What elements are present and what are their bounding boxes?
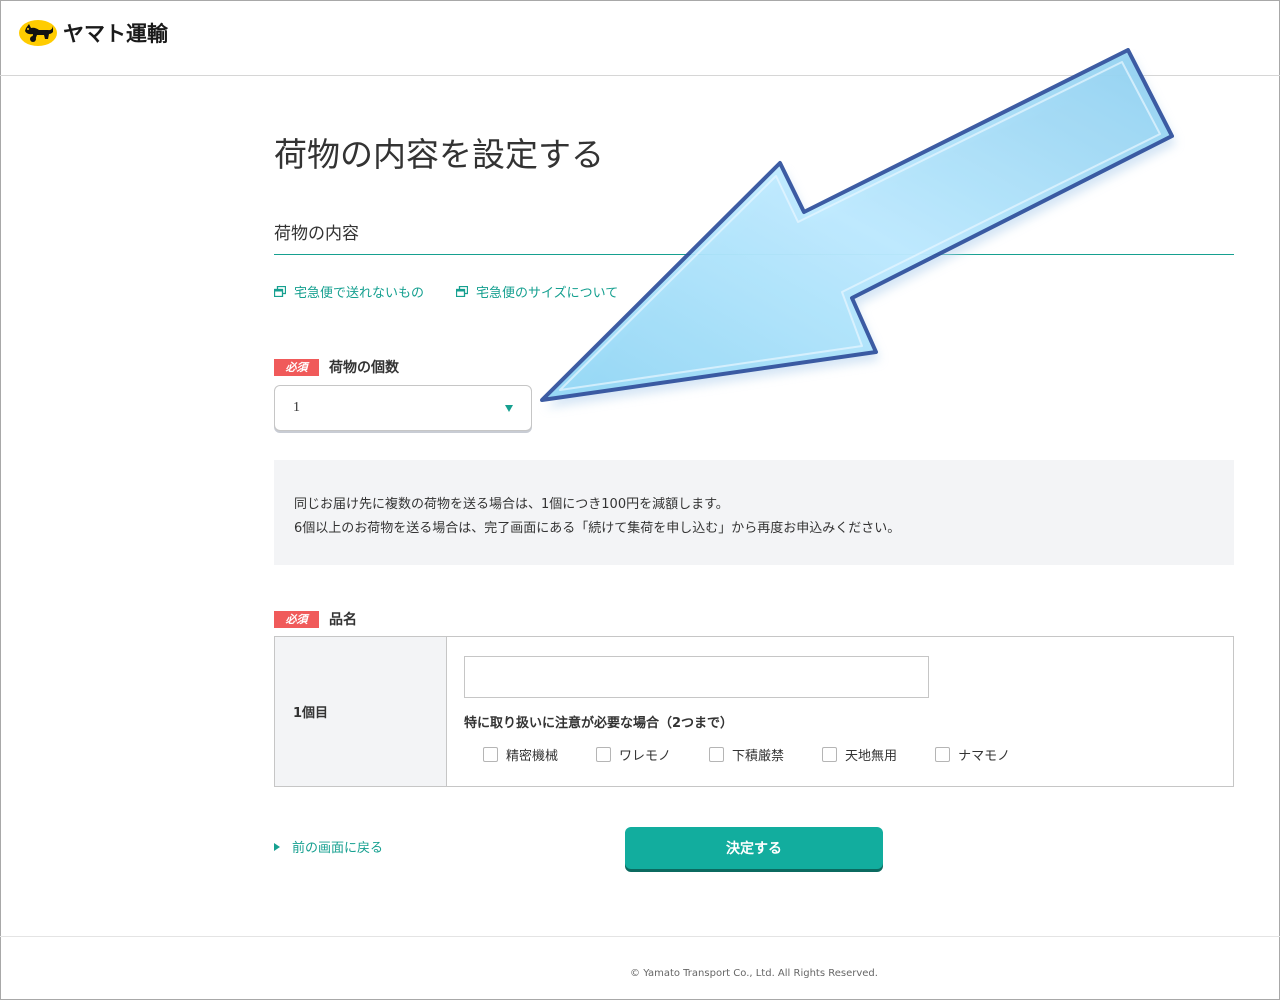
option-precision-machinery[interactable]: 精密機械 (483, 745, 558, 764)
option-this-side-up[interactable]: 天地無用 (822, 745, 897, 764)
checkbox[interactable] (596, 747, 612, 762)
back-link-label: 前の画面に戻る (292, 841, 384, 856)
handling-options: 精密機械 ワレモノ 下積厳禁 天地無用 ナマモノ (483, 745, 1048, 764)
prohibited-items-link[interactable]: 宅急便で送れないもの (273, 282, 425, 301)
item-row-header: 1個目 (275, 637, 447, 786)
dropdown-arrow-icon (505, 404, 513, 412)
option-perishable[interactable]: ナマモノ (935, 745, 1010, 764)
external-window-icon (273, 285, 288, 298)
link-label: 宅急便で送れないもの (294, 286, 425, 301)
triangle-right-icon (274, 842, 280, 851)
item-row-body: 特に取り扱いに注意が必要な場合（2つまで） 精密機械 ワレモノ 下積厳禁 天地無… (447, 637, 1233, 786)
section-title: 荷物の内容 (274, 219, 1234, 255)
checkbox[interactable] (709, 747, 725, 762)
checkbox-label: ワレモノ (619, 749, 672, 764)
external-window-icon (455, 285, 470, 298)
black-cat-logo-icon (19, 20, 57, 46)
handling-care-label: 特に取り扱いに注意が必要な場合（2つまで） (464, 716, 734, 731)
yamato-logo[interactable]: ヤマト運輸 (19, 18, 168, 48)
site-header: ヤマト運輸 (0, 0, 1280, 76)
quantity-selected-value: 1 (293, 400, 300, 415)
item-name-label-row: 必須 品名 (274, 609, 357, 629)
checkbox-label: 精密機械 (506, 749, 559, 764)
checkbox[interactable] (822, 747, 838, 762)
logo-text: ヤマト運輸 (63, 22, 168, 46)
required-badge: 必須 (274, 610, 319, 628)
quantity-label-row: 必須 荷物の個数 (274, 357, 399, 377)
back-link[interactable]: 前の画面に戻る (274, 837, 383, 856)
notice-line: 6個以上のお荷物を送る場合は、完了画面にある「続けて集荷を申し込む」から再度お申… (294, 521, 901, 536)
checkbox[interactable] (483, 747, 498, 762)
footer-divider (0, 936, 1280, 937)
link-label: 宅急便のサイズについて (476, 286, 619, 301)
quantity-label: 荷物の個数 (329, 360, 399, 376)
checkbox-label: 下積厳禁 (732, 749, 785, 764)
item-name-label: 品名 (329, 612, 357, 628)
discount-notice: 同じお届け先に複数の荷物を送る場合は、1個につき100円を減額します。 6個以上… (274, 460, 1234, 565)
required-badge: 必須 (274, 358, 319, 376)
item-name-table: 1個目 特に取り扱いに注意が必要な場合（2つまで） 精密機械 ワレモノ 下積厳禁 (274, 636, 1234, 787)
quantity-select[interactable]: 1 (274, 385, 532, 431)
checkbox-label: 天地無用 (845, 749, 898, 764)
checkbox[interactable] (935, 747, 951, 762)
info-links: 宅急便で送れないもの 宅急便のサイズについて (273, 282, 650, 301)
page-title: 荷物の内容を設定する (274, 135, 604, 174)
item-name-input[interactable] (464, 656, 929, 698)
option-fragile[interactable]: ワレモノ (596, 745, 671, 764)
submit-button[interactable]: 決定する (625, 827, 883, 869)
copyright-text: © Yamato Transport Co., Ltd. All Rights … (630, 968, 878, 979)
notice-line: 同じお届け先に複数の荷物を送る場合は、1個につき100円を減額します。 (294, 497, 729, 512)
checkbox-label: ナマモノ (958, 749, 1011, 764)
option-do-not-stack[interactable]: 下積厳禁 (709, 745, 784, 764)
size-info-link[interactable]: 宅急便のサイズについて (455, 282, 619, 301)
